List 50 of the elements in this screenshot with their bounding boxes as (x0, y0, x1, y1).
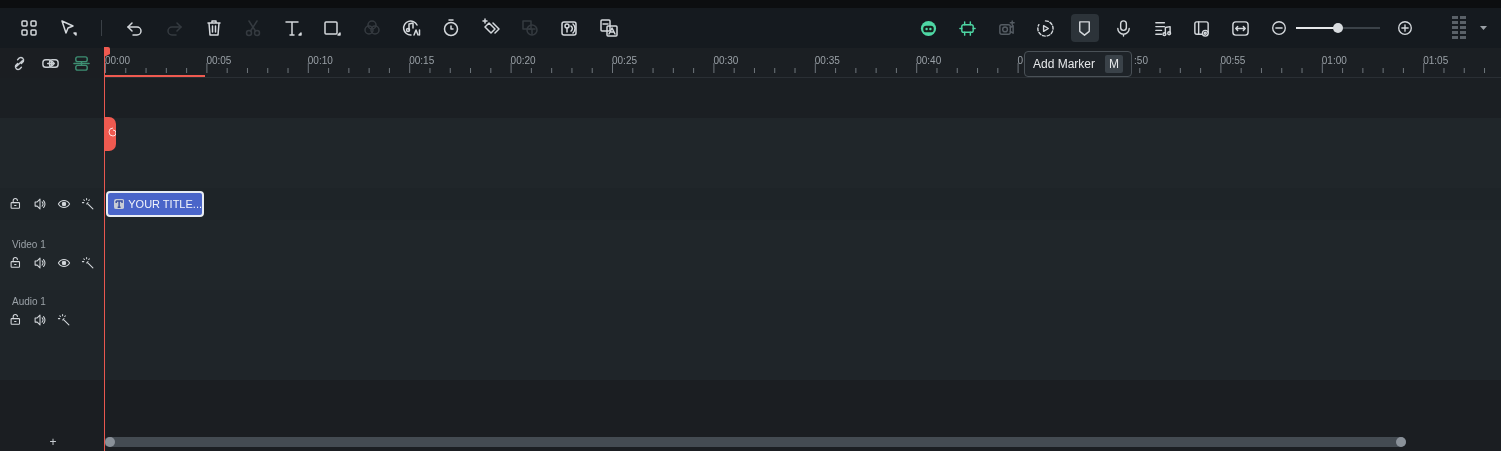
add-track-button[interactable]: + (47, 437, 57, 447)
time-label: 00:40 (916, 54, 942, 68)
time-label: :50 (1133, 54, 1148, 68)
tooltip-text: Add Marker (1033, 56, 1096, 73)
time-label: 00:10 (307, 54, 333, 68)
time-label: 0 (1017, 54, 1024, 68)
lock-icon[interactable] (9, 256, 23, 270)
voice-icon[interactable] (559, 18, 580, 38)
time-label: 00:25 (612, 54, 638, 68)
lock-icon[interactable] (9, 313, 23, 327)
time-label: 01:05 (1423, 54, 1449, 68)
translate-icon[interactable] (598, 18, 619, 38)
time-label: 00:20 (510, 54, 536, 68)
text-clip-icon (114, 197, 125, 211)
zoom-in-icon[interactable] (1396, 19, 1414, 37)
magic-wand-icon[interactable] (81, 197, 95, 211)
toolbar-button[interactable] (1070, 14, 1099, 42)
track-name: Video 1 (11, 240, 47, 250)
time-label: 00:30 (713, 54, 739, 68)
text-icon[interactable] (282, 18, 303, 38)
scrollbar[interactable] (104, 437, 1406, 447)
playhead-icon[interactable] (104, 47, 110, 57)
caret-icon[interactable] (1480, 26, 1487, 30)
tracks-icon[interactable] (72, 53, 91, 73)
speaker-icon[interactable] (33, 197, 47, 211)
time-label: 00:05 (206, 54, 232, 68)
lock-icon[interactable] (9, 197, 23, 211)
apps-icon[interactable] (18, 18, 39, 38)
drag-handle-icon[interactable] (1452, 16, 1466, 40)
title-clip[interactable]: YOUR TITLE... (106, 191, 204, 217)
pointer-icon[interactable] (58, 18, 79, 38)
magic-wand-icon[interactable] (81, 256, 95, 270)
speaker-icon[interactable] (33, 313, 47, 327)
zoom-out-icon[interactable] (1270, 19, 1288, 37)
music-note-icon[interactable] (401, 18, 422, 38)
track-name: Audio 1 (11, 297, 47, 307)
time-label: 00:15 (409, 54, 435, 68)
speaker-icon[interactable] (33, 256, 47, 270)
zoom-slider[interactable] (1296, 23, 1380, 33)
clip-title: YOUR TITLE... (128, 196, 202, 212)
square-icon[interactable] (322, 18, 343, 38)
time-label: 00:55 (1220, 54, 1246, 68)
eye-icon[interactable] (57, 256, 71, 270)
time-label: 00:35 (814, 54, 840, 68)
time-label: 01:00 (1321, 54, 1347, 68)
magic-wand-icon[interactable] (57, 313, 71, 327)
shortcut-key: M (1105, 55, 1124, 73)
time-label: 00:00 (105, 54, 131, 68)
eye-icon[interactable] (57, 197, 71, 211)
marker-tag-icon[interactable] (104, 117, 116, 151)
